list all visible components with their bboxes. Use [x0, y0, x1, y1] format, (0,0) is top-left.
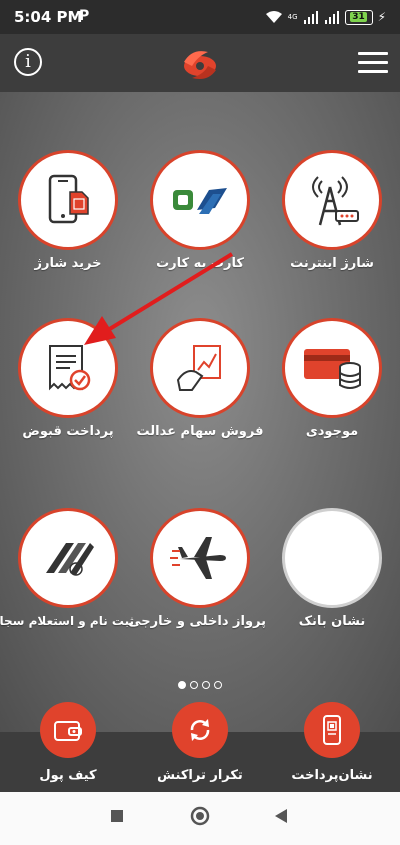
- tile-label: خرید شارژ: [34, 256, 102, 271]
- app-bar: i: [0, 34, 400, 92]
- services-grid: خرید شارژ کارت به کارت شارژ اینترنت پردا…: [0, 92, 400, 732]
- status-icons: 4G 31 ⚡: [265, 8, 386, 26]
- tile-label: نشان بانک: [298, 614, 366, 629]
- tile-label: ثبت نام و استعلام سجام: [0, 614, 134, 628]
- page-dot[interactable]: [202, 681, 210, 689]
- tile-label: شارژ اینترنت: [290, 256, 374, 271]
- phone-sim-icon: [48, 174, 89, 224]
- wallet-button[interactable]: کیف پول: [2, 702, 134, 783]
- wifi-icon: [265, 11, 282, 23]
- tile-bill-payment[interactable]: پرداخت قبوض: [2, 318, 134, 439]
- signal-icon: [303, 11, 318, 24]
- tile-icon-circle: [282, 150, 382, 250]
- tile-neshan-bank[interactable]: نشان بانک: [266, 508, 398, 629]
- circle-icon: [190, 806, 210, 826]
- tile-icon-circle: [150, 318, 250, 418]
- square-icon: [111, 810, 123, 822]
- tile-icon-circle: [282, 508, 382, 608]
- system-nav-bar: [0, 792, 400, 845]
- neshan-pay-button[interactable]: نشان‌پرداخت: [266, 702, 398, 783]
- tile-icon-circle: [150, 508, 250, 608]
- tile-flights[interactable]: پرواز داخلی و خارجی: [128, 508, 266, 629]
- antenna-router-icon: [312, 176, 359, 226]
- phone-qr-icon: [323, 715, 341, 745]
- menu-icon: [358, 52, 388, 55]
- tile-label: پرواز داخلی و خارجی: [128, 614, 266, 629]
- neshan-pay-label: نشان‌پرداخت: [291, 768, 373, 783]
- info-button[interactable]: i: [14, 48, 42, 76]
- wallet-icon: [54, 721, 82, 741]
- tile-label: پرداخت قبوض: [22, 424, 114, 439]
- info-icon: i: [25, 51, 31, 72]
- repeat-label: تکرار تراکنش: [157, 768, 243, 783]
- tile-buy-charge[interactable]: خرید شارژ: [2, 150, 134, 271]
- back-triangle-icon: [275, 809, 287, 823]
- charging-icon: ⚡: [377, 10, 386, 24]
- tile-internet-charge[interactable]: شارژ اینترنت: [266, 150, 398, 271]
- repeat-circle: [172, 702, 228, 758]
- recents-button[interactable]: [110, 808, 124, 827]
- tile-icon-circle: [18, 318, 118, 418]
- tile-balance[interactable]: موجودی: [266, 318, 398, 439]
- repeat-transaction-button[interactable]: تکرار تراکنش: [134, 702, 266, 783]
- wallet-label: کیف پول: [39, 768, 97, 783]
- receipt-check-icon: [49, 345, 91, 391]
- network-type-label: 4G: [287, 13, 298, 21]
- page-dot[interactable]: [214, 681, 222, 689]
- tile-card-to-card[interactable]: کارت به کارت: [134, 150, 266, 271]
- battery-icon: 31: [344, 9, 373, 25]
- refresh-icon: [190, 719, 210, 741]
- tile-sejam[interactable]: ثبت نام و استعلام سجام: [0, 508, 134, 628]
- back-button[interactable]: [274, 808, 288, 828]
- tile-label: کارت به کارت: [156, 256, 244, 271]
- tile-icon-circle: [150, 150, 250, 250]
- tile-label: فروش سهام عدالت: [136, 424, 264, 439]
- battery-level: 31: [350, 12, 367, 22]
- page-dot[interactable]: [190, 681, 198, 689]
- tile-icon-circle: [18, 150, 118, 250]
- airplane-icon: [170, 537, 226, 579]
- page-dot-active[interactable]: [178, 681, 186, 689]
- tile-sell-shares[interactable]: فروش سهام عدالت: [134, 318, 266, 439]
- status-bar: 5:04 PM P 4G 31 ⚡: [0, 0, 400, 34]
- sejam-fingerprint-icon: [46, 543, 94, 576]
- menu-button[interactable]: [358, 52, 388, 74]
- tile-label: موجودی: [305, 424, 359, 439]
- p-app-icon: P: [79, 8, 90, 24]
- page-indicator: [0, 674, 400, 693]
- tile-icon-circle: [282, 318, 382, 418]
- hand-chart-icon: [176, 345, 221, 391]
- tile-icon-circle: [18, 508, 118, 608]
- card-coins-icon: [304, 349, 361, 389]
- status-time: 5:04 PM: [14, 8, 83, 26]
- wallet-circle: [40, 702, 96, 758]
- shetab-icon: [173, 188, 227, 214]
- neshan-pay-circle: [304, 702, 360, 758]
- bank-logo: [184, 51, 216, 79]
- signal-icon-2: [324, 11, 339, 24]
- home-button[interactable]: [190, 806, 210, 830]
